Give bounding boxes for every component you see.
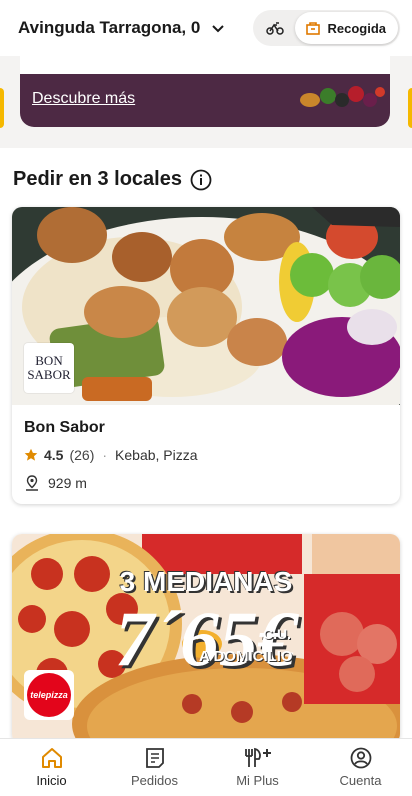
- delivery-mode-toggle: Recogida: [253, 10, 400, 46]
- bike-icon: [266, 22, 285, 35]
- store-distance: 929 m: [48, 475, 87, 491]
- store-card-bon-sabor[interactable]: BON SABOR Bon Sabor 4.5 (26) · Kebab, Pi…: [12, 207, 400, 504]
- stores-section: Pedir en 3 locales BON SABOR Bon Sabor 4…: [0, 148, 412, 744]
- nav-item-pedidos[interactable]: Pedidos: [103, 739, 206, 796]
- promo-link[interactable]: Descubre más: [32, 90, 135, 108]
- store-image: BON SABOR: [12, 207, 400, 405]
- nav-item-mi-plus[interactable]: Mi Plus: [206, 739, 309, 796]
- location-pin-icon: [26, 475, 38, 491]
- carousel-edge-right: [408, 88, 412, 128]
- store-distance-row: 929 m: [24, 475, 388, 491]
- pickup-mode-button[interactable]: Recogida: [295, 12, 398, 44]
- meta-separator: ·: [102, 447, 108, 463]
- nav-label: Cuenta: [339, 773, 382, 788]
- store-card-body: Bon Sabor 4.5 (26) · Kebab, Pizza 929 m: [12, 405, 400, 504]
- telepizza-logo-mark: telepizza: [27, 673, 71, 717]
- carousel-edge-left: [0, 88, 4, 128]
- promo-banner-area: Descubre más: [0, 56, 412, 148]
- info-icon[interactable]: [190, 169, 212, 191]
- promo-card-top: [20, 56, 390, 74]
- delivery-mode-button[interactable]: [255, 12, 295, 44]
- section-title: Pedir en 3 locales: [13, 168, 212, 191]
- store-card-telepizza[interactable]: 3 MEDIANAS 7´65€ C.U. A DOMICILIO telepi…: [12, 534, 400, 744]
- bottom-navigation: Inicio Pedidos Mi Plus Cuenta: [0, 738, 412, 796]
- nav-item-cuenta[interactable]: Cuenta: [309, 739, 412, 796]
- store-name: Bon Sabor: [24, 419, 105, 436]
- account-icon: [350, 747, 371, 769]
- section-title-text: Pedir en 3 locales: [13, 168, 182, 190]
- store-meta: 4.5 (26) · Kebab, Pizza: [24, 447, 388, 463]
- bon-sabor-logo: BON SABOR: [24, 343, 74, 393]
- plus-icon: [244, 747, 271, 767]
- store-categories: Kebab, Pizza: [115, 447, 198, 463]
- pickup-bag-icon: [306, 22, 321, 35]
- address-text: Avinguda Tarragona, 0: [18, 18, 201, 37]
- chevron-down-icon: [212, 25, 225, 33]
- pickup-label: Recogida: [327, 20, 386, 36]
- nav-item-inicio[interactable]: Inicio: [0, 739, 103, 796]
- home-icon: [41, 748, 62, 768]
- fruit-illustration: [300, 86, 385, 107]
- nav-label: Inicio: [36, 773, 67, 788]
- store-image: 3 MEDIANAS 7´65€ C.U. A DOMICILIO telepi…: [12, 534, 400, 744]
- telepizza-logo: telepizza: [24, 670, 74, 720]
- promo-unit: C.U.: [263, 626, 291, 642]
- nav-label: Pedidos: [131, 773, 178, 788]
- address-selector[interactable]: Avinguda Tarragona, 0: [18, 18, 226, 38]
- store-review-count: (26): [69, 447, 95, 463]
- promo-card[interactable]: Descubre más: [20, 56, 390, 127]
- star-icon: [24, 448, 38, 461]
- top-header: Avinguda Tarragona, 0 Recogida: [0, 0, 412, 56]
- store-rating: 4.5: [44, 447, 64, 463]
- promo-delivery-text: A DOMICILIO: [199, 648, 293, 665]
- nav-label: Mi Plus: [236, 773, 279, 788]
- orders-icon: [145, 748, 164, 768]
